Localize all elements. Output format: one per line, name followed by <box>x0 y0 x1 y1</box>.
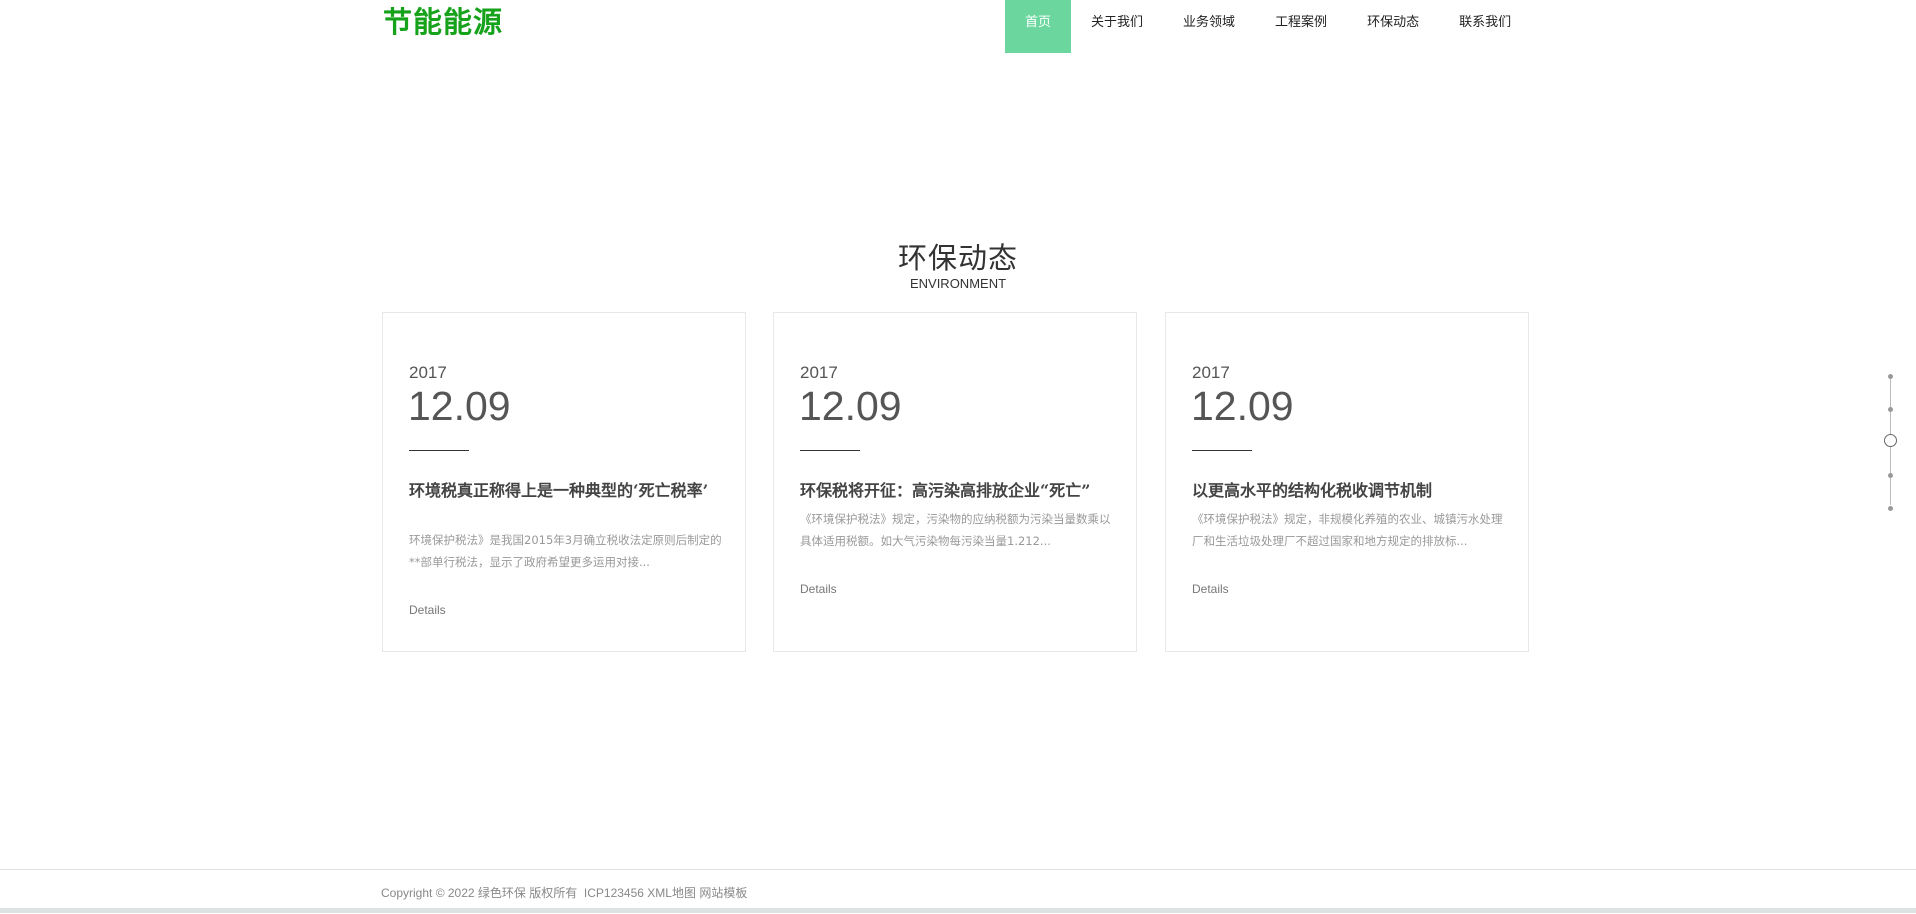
news-excerpt: 《环境保护税法》规定，非规模化养殖的农业、城镇污水处理厂和生活垃圾处理厂不超过国… <box>1192 512 1503 548</box>
details-link[interactable]: Details <box>1192 582 1229 596</box>
template-link[interactable]: 网站模板 <box>699 886 747 900</box>
news-date: 12.09 <box>1191 383 1294 429</box>
nav-item-business[interactable]: 业务领域 <box>1163 0 1255 53</box>
news-excerpt: 《环境保护税法》规定，污染物的应纳税额为污染当量数乘以具体适用税额。如大气污染物… <box>800 512 1111 548</box>
bottom-bar <box>0 908 1916 913</box>
sitemap-link[interactable]: XML地图 <box>647 886 696 900</box>
section-title: 环保动态 <box>897 241 1018 275</box>
news-year: 2017 <box>1192 363 1230 382</box>
pager-dot[interactable] <box>1888 374 1893 379</box>
details-link[interactable]: Details <box>800 582 837 596</box>
pager-dot-active[interactable] <box>1884 434 1897 447</box>
divider <box>1192 450 1252 451</box>
section-pager <box>1884 372 1898 512</box>
news-date: 12.09 <box>799 383 902 429</box>
site-header: 节能能源 首页 关于我们 业务领域 工程案例 环保动态 联系我们 <box>0 0 1916 54</box>
site-logo[interactable]: 节能能源 <box>383 2 503 42</box>
news-title[interactable]: 环境税真正称得上是一种典型的‘死亡税率’ <box>409 481 709 501</box>
nav-item-about[interactable]: 关于我们 <box>1071 0 1163 53</box>
nav-item-contact[interactable]: 联系我们 <box>1439 0 1531 53</box>
copyright-text: Copyright © 2022 绿色环保 版权所有 <box>381 886 578 900</box>
news-year: 2017 <box>409 363 447 382</box>
news-excerpt: 环境保护税法》是我国2015年3月确立税收法定原则后制定的**部单行税法，显示了… <box>409 533 722 569</box>
news-card[interactable]: 2017 12.09 以更高水平的结构化税收调节机制 《环境保护税法》规定，非规… <box>1165 312 1529 652</box>
footer-text: Copyright © 2022 绿色环保 版权所有 ICP123456 XML… <box>381 884 747 901</box>
news-title[interactable]: 环保税将开征：高污染高排放企业“死亡” <box>800 481 1120 501</box>
news-card[interactable]: 2017 12.09 环保税将开征：高污染高排放企业“死亡” 《环境保护税法》规… <box>773 312 1137 652</box>
nav-item-news[interactable]: 环保动态 <box>1347 0 1439 53</box>
news-card[interactable]: 2017 12.09 环境税真正称得上是一种典型的‘死亡税率’ 环境保护税法》是… <box>382 312 746 652</box>
pager-dot[interactable] <box>1888 407 1893 412</box>
divider <box>800 450 860 451</box>
pager-dot[interactable] <box>1888 473 1893 478</box>
section-subtitle: ENVIRONMENT <box>909 276 1007 291</box>
nav-item-home[interactable]: 首页 <box>1005 0 1072 53</box>
news-year: 2017 <box>800 363 838 382</box>
main-nav: 首页 关于我们 业务领域 工程案例 环保动态 联系我们 <box>1005 0 1531 53</box>
pager-dot[interactable] <box>1888 506 1893 511</box>
divider <box>409 450 469 451</box>
details-link[interactable]: Details <box>409 603 446 617</box>
news-title[interactable]: 以更高水平的结构化税收调节机制 <box>1192 481 1492 501</box>
icp-link[interactable]: ICP123456 <box>584 886 644 900</box>
news-date: 12.09 <box>408 383 511 429</box>
nav-item-cases[interactable]: 工程案例 <box>1255 0 1347 53</box>
